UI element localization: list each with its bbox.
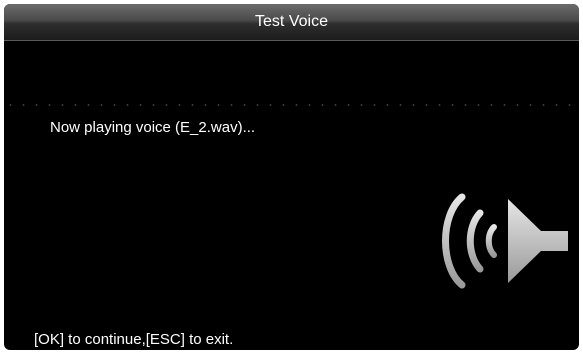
status-message: Now playing voice (E_2.wav)...: [50, 119, 256, 136]
title-bar: Test Voice: [4, 4, 579, 41]
page-title: Test Voice: [255, 13, 328, 30]
speaker-sound-icon: [442, 193, 568, 289]
footer-hint: [OK] to continue,[ESC] to exit.: [34, 331, 234, 348]
divider: [4, 104, 579, 106]
device-screen: Test Voice Now playing voice (E_2.wav)..…: [4, 4, 579, 350]
